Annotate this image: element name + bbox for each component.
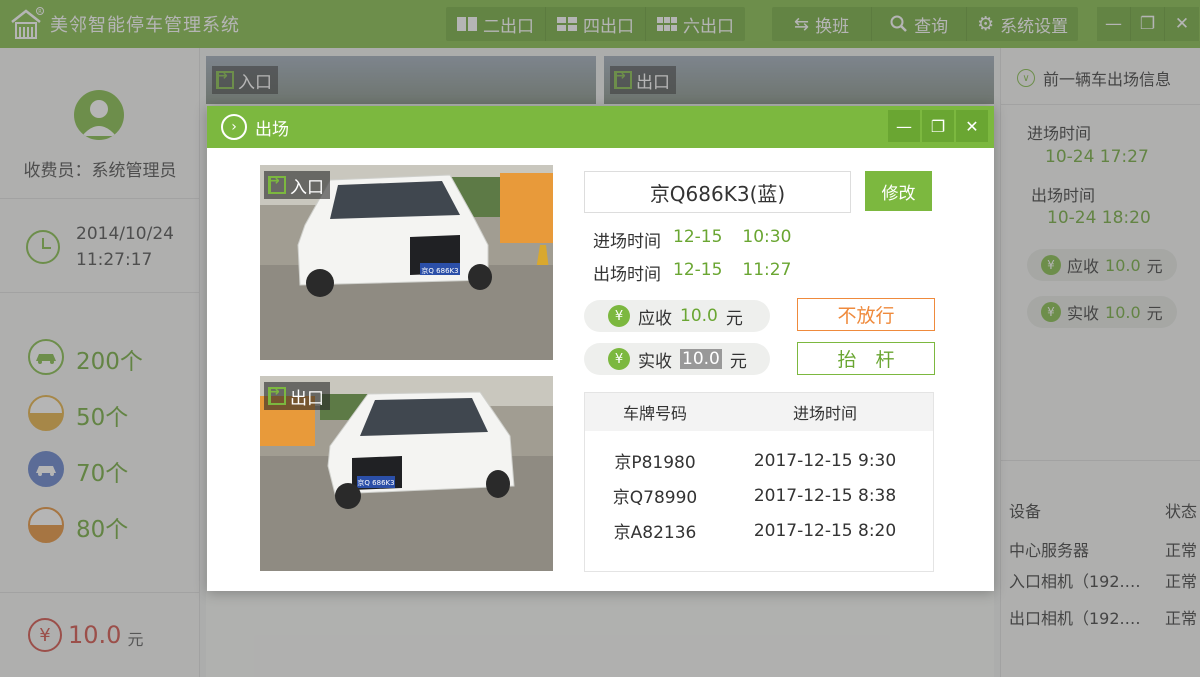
entry-snapshot: 京Q 686K3 入口: [260, 165, 553, 360]
row-entry-time: 2017-12-15 8:38: [753, 485, 897, 506]
yuan-icon: ¥: [608, 305, 630, 327]
amount-due-label: 应收: [638, 308, 672, 329]
exit-dialog-title: 出场: [255, 119, 289, 140]
entry-time-col-header: 进场时间: [792, 404, 857, 423]
plate-number-field[interactable]: 京Q686K3(蓝): [584, 171, 851, 213]
entry-time-label: 进场时间: [593, 232, 661, 252]
table-row[interactable]: 京A82136 2017-12-15 8:20: [585, 513, 933, 548]
amount-paid-pill[interactable]: ¥ 实收 10.0 元: [584, 343, 770, 375]
restore-icon: ❐: [930, 116, 946, 136]
entry-time-row: 进场时间 12-15 10:30: [593, 227, 791, 252]
chevron-right-icon: ›: [221, 114, 247, 140]
table-header: 车牌号码 进场时间: [585, 393, 933, 431]
close-icon: ✕: [965, 116, 979, 136]
exit-time-row: 出场时间 12-15 11:27: [593, 260, 791, 285]
amount-due-pill: ¥ 应收 10.0 元: [584, 300, 770, 332]
amount-due-value: 10.0: [680, 306, 718, 326]
dialog-window-controls: — ❐ ✕: [886, 110, 988, 142]
row-plate: 京Q78990: [612, 488, 698, 508]
minimize-icon: —: [896, 116, 912, 136]
edit-plate-button[interactable]: 修改: [865, 171, 932, 211]
entry-date-value: 12-15: [673, 227, 723, 247]
deny-exit-button[interactable]: 不放行: [797, 298, 935, 331]
amount-due-unit: 元: [725, 308, 743, 329]
exit-dialog-header: › 出场 — ❐ ✕: [207, 106, 994, 148]
plate-col-header: 车牌号码: [622, 404, 687, 423]
exit-time-label: 出场时间: [593, 265, 661, 285]
table-row[interactable]: 京P81980 2017-12-15 9:30: [585, 443, 933, 478]
dialog-close-button[interactable]: ✕: [956, 110, 988, 142]
entry-time-value: 10:30: [742, 227, 792, 247]
exit-dialog: › 出场 — ❐ ✕ 京Q 686K3 入口: [207, 106, 994, 591]
row-plate: 京A82136: [613, 523, 697, 543]
amount-paid-label: 实收: [638, 351, 672, 372]
lift-barrier-button[interactable]: 抬 杆: [797, 342, 935, 375]
amount-paid-unit: 元: [729, 351, 747, 372]
entry-photo-label: 入口: [290, 177, 324, 198]
entry-photo-tag: 入口: [264, 171, 330, 199]
candidate-vehicle-table: 车牌号码 进场时间 京P81980 2017-12-15 9:30 京Q7899…: [584, 392, 934, 572]
exit-date-value: 12-15: [673, 260, 723, 280]
entry-photo-plate: 京Q 686K3: [421, 266, 458, 275]
amount-paid-input[interactable]: 10.0: [680, 349, 722, 369]
row-entry-time: 2017-12-15 9:30: [753, 450, 897, 471]
yuan-icon: ¥: [608, 348, 630, 370]
exit-photo-plate: 京Q 686K3: [357, 478, 394, 487]
dialog-minimize-button[interactable]: —: [888, 110, 920, 142]
dialog-restore-button[interactable]: ❐: [922, 110, 954, 142]
entry-door-icon: [268, 173, 286, 194]
exit-time-value: 11:27: [742, 260, 792, 280]
row-plate: 京P81980: [614, 453, 696, 473]
table-row[interactable]: 京Q78990 2017-12-15 8:38: [585, 478, 933, 513]
row-entry-time: 2017-12-15 8:20: [753, 520, 897, 541]
exit-snapshot: 京Q 686K3 出口: [260, 376, 553, 571]
exit-photo-tag: 出口: [264, 382, 330, 410]
exit-photo-label: 出口: [290, 388, 324, 409]
exit-door-icon: [268, 384, 286, 405]
